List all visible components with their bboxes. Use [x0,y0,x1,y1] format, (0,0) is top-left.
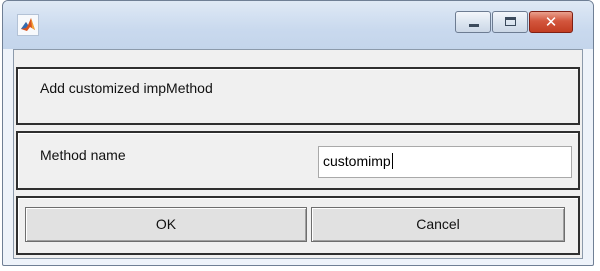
maximize-button[interactable] [492,11,528,33]
matlab-logo-shape [21,18,35,31]
close-icon: ✕ [544,13,558,31]
text-caret [391,153,393,169]
method-name-label: Method name [40,147,126,163]
method-name-value: customimp [323,153,391,169]
button-panel: OK Cancel [16,196,580,255]
title-bar[interactable]: ✕ [3,1,593,49]
ok-button[interactable]: OK [25,207,307,242]
minimize-button[interactable] [455,11,491,33]
dialog-description: Add customized impMethod [40,80,213,96]
method-name-input[interactable]: customimp [318,146,572,178]
minimize-icon [469,24,479,27]
maximize-icon [505,17,516,26]
matlab-icon[interactable] [17,14,39,36]
close-button[interactable]: ✕ [529,11,573,33]
method-name-panel: Method name customimp [16,131,580,190]
cancel-button[interactable]: Cancel [311,207,565,242]
header-panel: Add customized impMethod [16,67,580,125]
